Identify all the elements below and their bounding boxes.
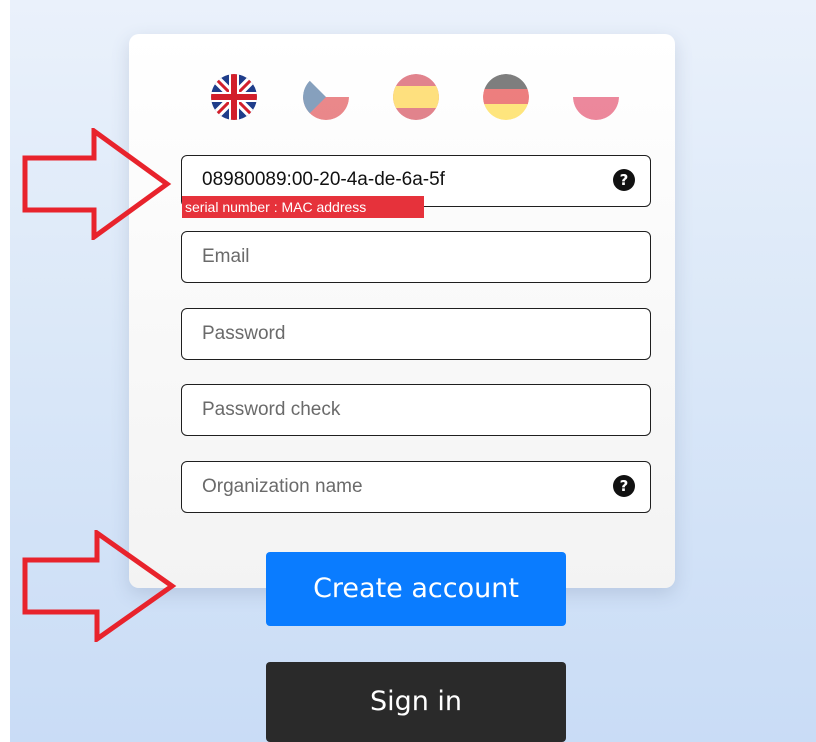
create-account-button[interactable]: Create account (266, 552, 566, 626)
serial-help-icon[interactable]: ? (613, 169, 635, 191)
germany-flag-icon (483, 74, 529, 120)
password-input[interactable] (202, 309, 602, 359)
spain-flag-icon (393, 74, 439, 120)
language-es-button[interactable] (393, 74, 439, 120)
page-left-edge (0, 0, 10, 742)
password-field[interactable] (181, 308, 651, 360)
password-check-field[interactable] (181, 384, 651, 436)
sign-in-button[interactable]: Sign in (266, 662, 566, 742)
language-de-button[interactable] (483, 74, 529, 120)
email-input[interactable] (202, 232, 602, 282)
language-en-button[interactable] (211, 74, 257, 120)
language-pl-button[interactable] (573, 74, 619, 120)
organization-input[interactable] (202, 462, 602, 512)
czech-flag-icon (303, 74, 349, 120)
organization-help-icon[interactable]: ? (613, 475, 635, 497)
serial-format-hint: serial number : MAC address (182, 196, 424, 218)
email-field[interactable] (181, 231, 651, 283)
poland-flag-icon (573, 74, 619, 120)
uk-flag-icon (211, 74, 257, 120)
organization-field[interactable]: ? (181, 461, 651, 513)
language-cs-button[interactable] (303, 74, 349, 120)
password-check-input[interactable] (202, 385, 602, 435)
